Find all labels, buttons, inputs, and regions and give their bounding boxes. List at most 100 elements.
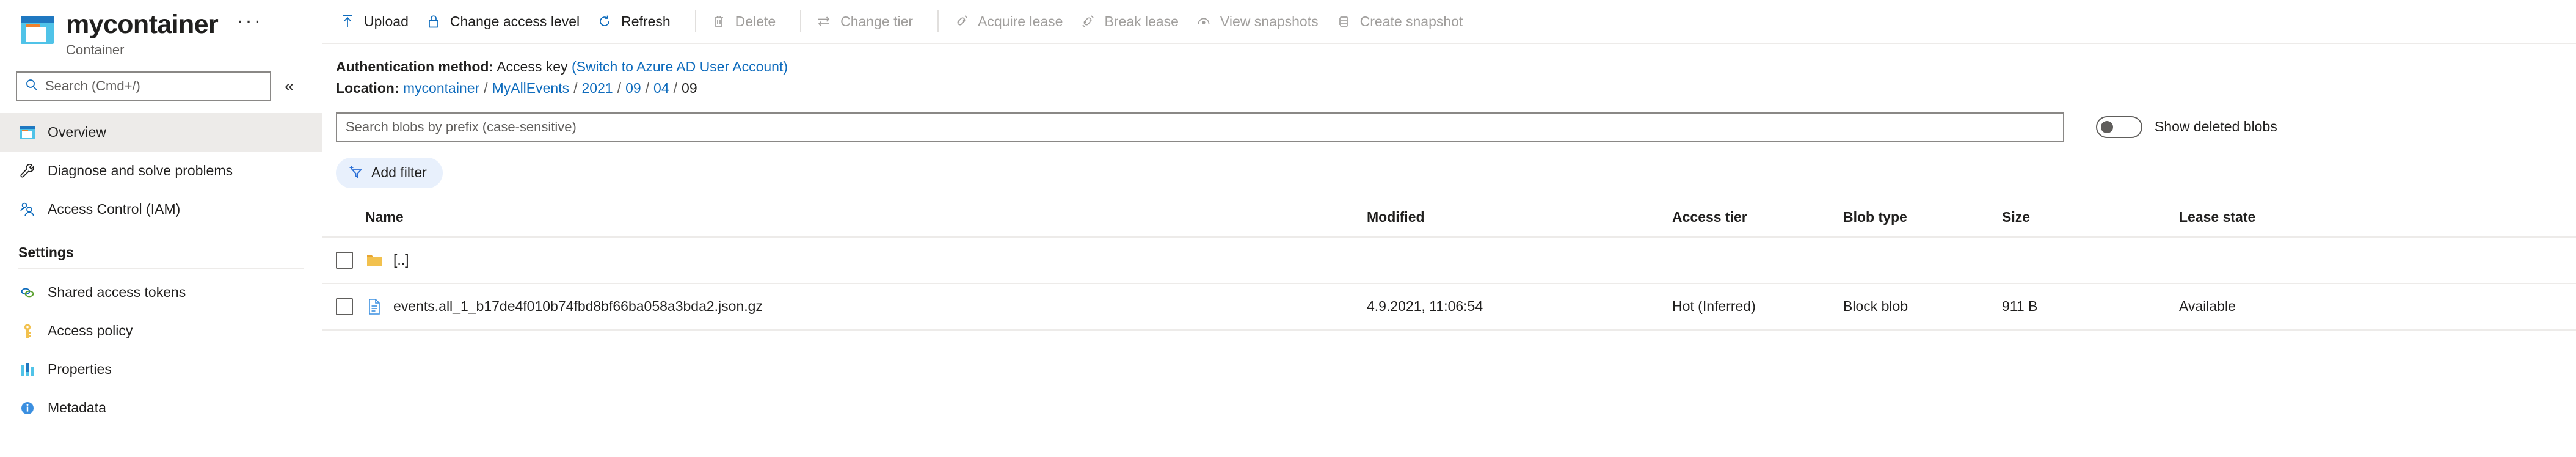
row-access-tier [1672,236,1843,284]
snapshot-create-icon [1334,12,1353,31]
blob-filter-row: Search blobs by prefix (case-sensitive) … [322,99,2576,142]
wrench-icon [18,162,37,180]
row-name-label[interactable]: [..] [393,252,409,268]
select-all-header [322,208,365,238]
divider [18,268,304,270]
toggle-knob [2101,120,2113,133]
breadcrumb-item-myallevents[interactable]: MyAllEvents [492,80,570,96]
button-label: Refresh [621,13,671,29]
divider [937,10,939,32]
refresh-button[interactable]: Refresh [593,7,684,35]
sidebar-item-access-policy[interactable]: Access policy [0,312,322,350]
location-label: Location: [336,79,399,96]
upload-icon [338,12,357,31]
upload-button[interactable]: Upload [336,7,422,35]
button-label: Delete [735,13,776,29]
row-lease-state: Available [2179,283,2576,331]
sidebar-item-label: Diagnose and solve problems [48,163,233,179]
sidebar-item-label: Access Control (IAM) [48,201,181,218]
sidebar-item-label: Shared access tokens [48,284,186,301]
row-modified: 4.9.2021, 11:06:54 [1367,283,1672,331]
divider [800,10,802,32]
row-checkbox[interactable] [336,251,353,269]
container-icon [18,123,37,142]
sidebar-item-label: Access policy [48,323,133,339]
column-header-name[interactable]: Name [365,208,1367,238]
delete-button[interactable]: Delete [707,7,789,35]
change-access-level-button[interactable]: Change access level [422,7,593,35]
create-snapshot-button[interactable]: Create snapshot [1332,7,1477,35]
button-label: Acquire lease [978,13,1063,29]
button-label: Change access level [449,13,580,29]
sidebar-nav: Overview Diagnose and solve problems Acc… [0,113,322,427]
break-lease-icon [1079,12,1097,31]
lock-icon [424,12,443,31]
button-label: Upload [364,13,409,29]
add-filter-label: Add filter [371,164,427,181]
add-filter-row: Add filter [322,142,2576,188]
info-icon [18,399,37,417]
column-header-access-tier[interactable]: Access tier [1672,208,1843,238]
row-name-cell: [..] [365,236,1367,284]
blob-search-placeholder: Search blobs by prefix (case-sensitive) [346,119,577,134]
page-title: mycontainer [66,10,219,39]
breadcrumb-item-mycontainer[interactable]: mycontainer [403,80,479,96]
sidebar-item-diagnose-and-solve-problems[interactable]: Diagnose and solve problems [0,152,322,190]
more-options-button[interactable]: ··· [236,10,263,34]
sidebar-item-overview[interactable]: Overview [0,113,322,152]
row-name-label[interactable]: events.all_1_b17de4f010b74fbd8bf66ba058a… [393,298,763,315]
blob-table: Name Modified Access tier Blob type Size… [322,208,2576,331]
auth-value: Access key [497,59,568,75]
links-icon [18,283,37,302]
main-content: Upload Change access level Refresh Delet… [322,0,2576,457]
row-access-tier: Hot (Inferred) [1672,283,1843,331]
info-block: Authentication method: Access key (Switc… [322,44,2576,99]
row-checkbox[interactable] [336,298,353,315]
sidebar-item-access-control-iam[interactable]: Access Control (IAM) [0,190,322,228]
lease-icon [952,12,970,31]
collapse-sidebar-button[interactable]: « [285,78,294,95]
column-header-modified[interactable]: Modified [1367,208,1672,238]
people-icon [18,200,37,219]
show-deleted-blobs-label: Show deleted blobs [2155,119,2277,135]
sidebar-item-label: Overview [48,124,106,141]
acquire-lease-button[interactable]: Acquire lease [950,7,1076,35]
table-row[interactable]: [..] [322,236,2576,284]
breadcrumb-item-09-month[interactable]: 09 [625,80,641,96]
container-icon [18,12,56,50]
swap-icon [815,12,833,31]
row-checkbox-cell [322,236,365,284]
sidebar-item-label: Metadata [48,400,106,416]
sidebar-item-label: Properties [48,361,112,378]
column-header-blob-type[interactable]: Blob type [1843,208,2002,238]
switch-auth-link[interactable]: (Switch to Azure AD User Account) [572,59,788,75]
search-input[interactable]: Search (Cmd+/) [16,71,271,101]
view-snapshots-button[interactable]: View snapshots [1192,7,1332,35]
show-deleted-blobs-toggle[interactable] [2096,115,2142,138]
break-lease-button[interactable]: Break lease [1076,7,1192,35]
resource-subtitle: Container [66,42,125,58]
breadcrumb-item-04[interactable]: 04 [653,80,669,96]
column-header-lease-state[interactable]: Lease state [2179,208,2576,238]
row-name-cell: events.all_1_b17de4f010b74fbd8bf66ba058a… [365,283,1367,331]
table-row[interactable]: events.all_1_b17de4f010b74fbd8bf66ba058a… [322,283,2576,331]
add-filter-icon [348,163,364,183]
bars-icon [18,360,37,379]
change-tier-button[interactable]: Change tier [812,7,926,35]
row-modified [1367,236,1672,284]
add-filter-button[interactable]: Add filter [336,157,443,188]
blob-search-input[interactable]: Search blobs by prefix (case-sensitive) [336,112,2064,142]
row-checkbox-cell [322,283,365,331]
button-label: View snapshots [1220,13,1319,29]
key-icon [18,322,37,340]
trash-icon [710,12,728,31]
column-header-size[interactable]: Size [2002,208,2179,238]
breadcrumb-item-2021[interactable]: 2021 [582,80,613,96]
sidebar-item-shared-access-tokens[interactable]: Shared access tokens [0,273,322,312]
sidebar-settings-section: Settings [0,228,322,261]
sidebar: mycontainer ··· Container Search (Cmd+/)… [0,0,322,457]
sidebar-item-properties[interactable]: Properties [0,350,322,389]
search-icon [24,78,39,95]
sidebar-item-metadata[interactable]: Metadata [0,389,322,427]
row-size: 911 B [2002,283,2179,331]
